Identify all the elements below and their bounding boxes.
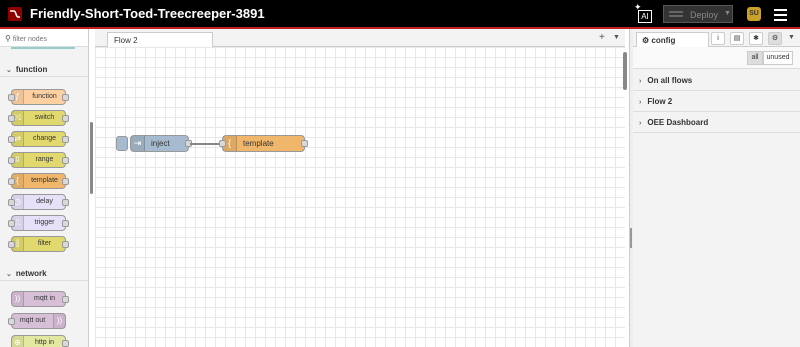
- chevron-down-icon: ⌄: [6, 271, 12, 278]
- chevron-down-icon: ⌄: [6, 67, 12, 74]
- ai-label: AI: [638, 10, 652, 23]
- node-red-logo-icon: [8, 7, 22, 21]
- hamburger-menu-icon[interactable]: [774, 9, 787, 21]
- user-avatar[interactable]: SU: [747, 7, 761, 21]
- palette-category-network[interactable]: ⌄ network: [0, 265, 88, 281]
- inject-trigger-button[interactable]: [116, 136, 128, 151]
- palette-node-switch[interactable]: ⤨ switch: [8, 110, 69, 126]
- canvas-scrollbar[interactable]: [623, 52, 627, 90]
- gear-icon: ⚙: [642, 36, 652, 45]
- app-title: Friendly-Short-Toed-Treecreeper-3891: [30, 6, 265, 21]
- palette-scrollbar[interactable]: [90, 122, 93, 194]
- chevron-right-icon: ›: [639, 99, 642, 106]
- palette-node-range[interactable]: ⇳ range: [8, 152, 69, 168]
- gear-tab-icon[interactable]: ⚙: [768, 32, 782, 45]
- wifi-icon: )): [12, 292, 24, 306]
- chevron-right-icon: ›: [639, 120, 642, 127]
- debug-tab-icon[interactable]: ✱: [749, 32, 763, 45]
- palette-node-trigger[interactable]: ⎍ trigger: [8, 215, 69, 231]
- palette-node-template[interactable]: {template: [8, 173, 69, 189]
- palette-node-filter[interactable]: ⫿ filter: [8, 236, 69, 252]
- palette-node-mqtt-out[interactable]: mqtt out)): [8, 313, 66, 329]
- deploy-button[interactable]: Deploy ▼: [663, 5, 733, 23]
- palette-node-change[interactable]: ⇄ change: [8, 131, 69, 147]
- arrow-icon: ⇥: [131, 136, 145, 151]
- tab-flow-2[interactable]: Flow 2: [107, 32, 213, 48]
- config-section-flow-2[interactable]: › Flow 2: [633, 92, 800, 112]
- palette-node-mqtt-in[interactable]: )) mqtt in: [11, 291, 69, 307]
- chevron-down-icon[interactable]: ▼: [724, 10, 731, 17]
- workspace-tabbar: Flow 2 + ▼: [95, 29, 625, 48]
- palette-node-delay[interactable]: ◷ delay: [8, 194, 69, 210]
- flow-wire[interactable]: [190, 143, 221, 145]
- flow-canvas[interactable]: [95, 47, 625, 347]
- chevron-down-icon[interactable]: ▼: [613, 34, 620, 41]
- ai-assistant-button[interactable]: ✦ AI: [634, 2, 656, 25]
- node-palette: ⚲ filter nodes ⌄ function ƒ function ⤨ swit…: [0, 29, 89, 347]
- search-icon: ⚲: [5, 34, 11, 43]
- palette-scrolled-node: [11, 47, 75, 49]
- app-header: Friendly-Short-Toed-Treecreeper-3891 ✦ A…: [0, 0, 800, 29]
- sidebar-tabs: ⚙ config i ▤ ✱ ⚙ ▼: [633, 29, 800, 48]
- info-tab-icon[interactable]: i: [711, 32, 725, 45]
- chevron-right-icon: ›: [639, 78, 642, 85]
- palette-category-function[interactable]: ⌄ function: [0, 61, 88, 77]
- config-section-oee-dashboard[interactable]: › OEE Dashboard: [633, 113, 800, 133]
- palette-node-http-in[interactable]: ⊕ http in: [11, 335, 69, 347]
- chevron-down-icon[interactable]: ▼: [788, 34, 795, 41]
- add-flow-icon[interactable]: +: [599, 32, 605, 43]
- tab-config[interactable]: ⚙ config: [636, 32, 709, 48]
- flow-node-inject[interactable]: ⇥ inject: [130, 135, 192, 152]
- splitter-handle[interactable]: [630, 228, 632, 248]
- palette-node-function[interactable]: ƒ function: [8, 89, 69, 105]
- sidebar: ⚙ config i ▤ ✱ ⚙ ▼ all unused › On all fl…: [633, 29, 800, 347]
- filter-unused-button[interactable]: unused: [763, 51, 793, 65]
- book-tab-icon[interactable]: ▤: [730, 32, 744, 45]
- filter-all-button[interactable]: all: [747, 51, 763, 65]
- deploy-icon: [669, 11, 683, 17]
- palette-filter-input[interactable]: ⚲ filter nodes: [0, 29, 88, 47]
- globe-icon: ⊕: [12, 336, 24, 347]
- config-section-all-flows[interactable]: › On all flows: [633, 71, 800, 91]
- config-filter-bar: all unused: [633, 47, 800, 69]
- deploy-label: Deploy: [690, 10, 719, 20]
- filter-placeholder: filter nodes: [12, 36, 48, 43]
- flow-node-template[interactable]: { template: [219, 135, 308, 152]
- wifi-icon: )): [53, 314, 65, 328]
